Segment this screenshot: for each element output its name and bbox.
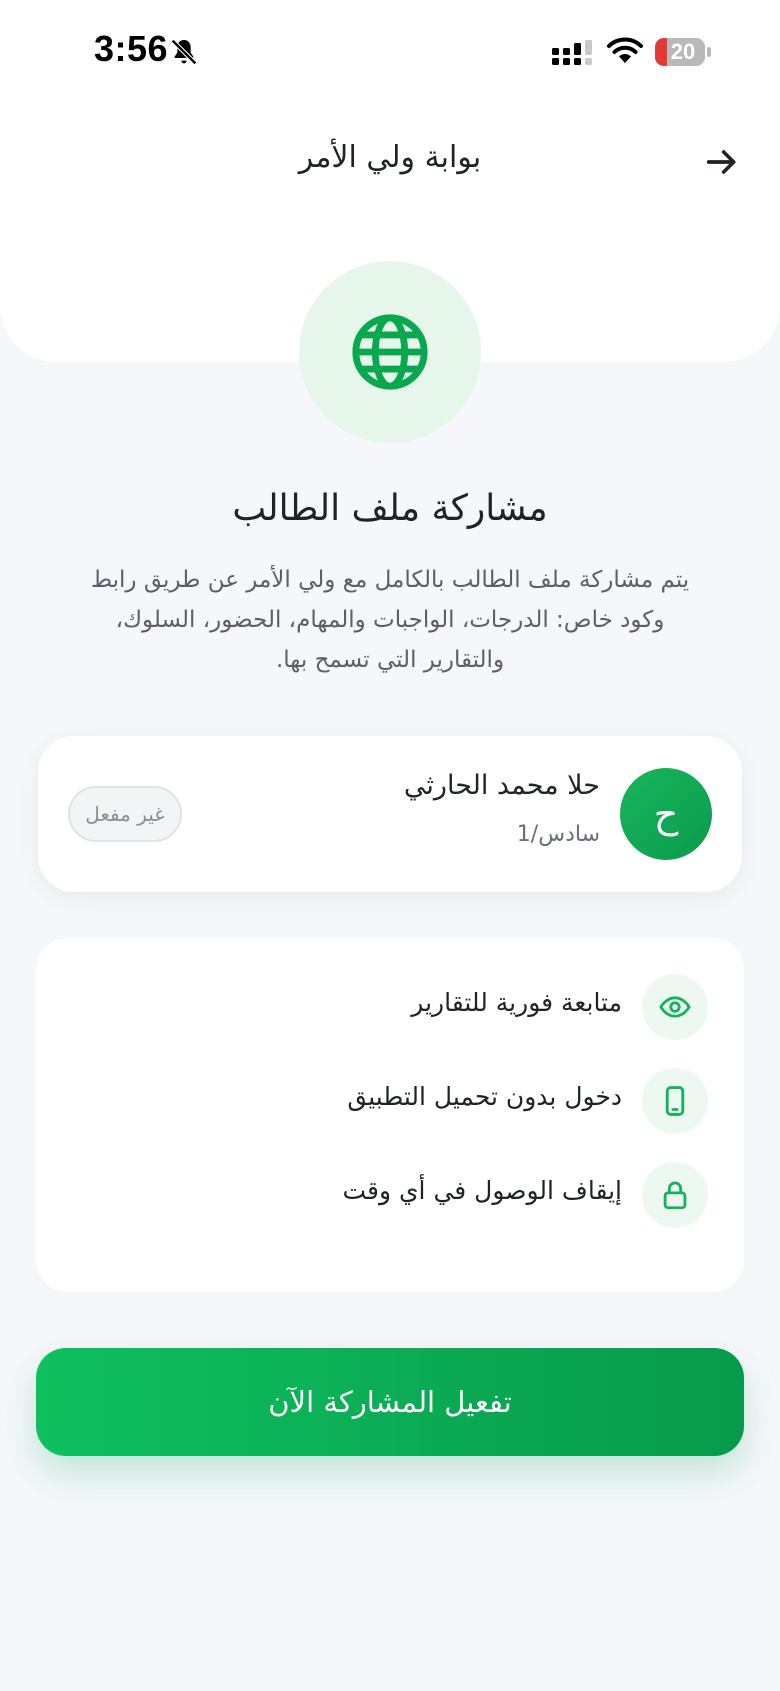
battery-level: 20	[670, 39, 696, 64]
wifi-icon	[607, 37, 643, 63]
section-title: مشاركة ملف الطالب	[232, 488, 548, 529]
globe-badge	[299, 261, 481, 443]
features-card: متابعة فورية للتقارير دخول بدون تحميل ال…	[36, 938, 744, 1292]
arrow-right-icon[interactable]	[702, 142, 742, 182]
parent-portal-screen: 3:56 20 بوابة ولي الأمر مشاركة ملف الطال…	[0, 0, 780, 1691]
feature-label: إيقاف الوصول في أي وقت	[342, 1176, 622, 1205]
feature-label: متابعة فورية للتقارير	[411, 988, 622, 1017]
eye-icon	[659, 996, 691, 1018]
feature-label: دخول بدون تحميل التطبيق	[347, 1082, 622, 1111]
feature-item: متابعة فورية للتقارير	[68, 974, 708, 1040]
student-card[interactable]: ح حلا محمد الحارثي سادس/1 غير مفعل	[38, 736, 742, 892]
avatar: ح	[620, 768, 712, 860]
signal-icon	[552, 40, 592, 65]
feature-item: دخول بدون تحميل التطبيق	[68, 1068, 708, 1134]
bell-off-icon	[171, 39, 197, 65]
student-class: سادس/1	[516, 822, 600, 847]
page-title: بوابة ولي الأمر	[298, 140, 482, 175]
feature-item: إيقاف الوصول في أي وقت	[68, 1162, 708, 1228]
activate-sharing-button[interactable]: تفعيل المشاركة الآن	[36, 1348, 744, 1456]
phone-icon	[665, 1086, 685, 1116]
student-name: حلا محمد الحارثي	[403, 770, 600, 801]
status-badge: غير مفعل	[68, 786, 182, 842]
status-time: 3:56	[94, 28, 169, 69]
section-description: يتم مشاركة ملف الطالب بالكامل مع ولي الأ…	[90, 567, 690, 673]
status-bar: 3:56 20	[0, 0, 780, 104]
globe-icon	[352, 314, 428, 390]
lock-icon	[663, 1181, 687, 1210]
